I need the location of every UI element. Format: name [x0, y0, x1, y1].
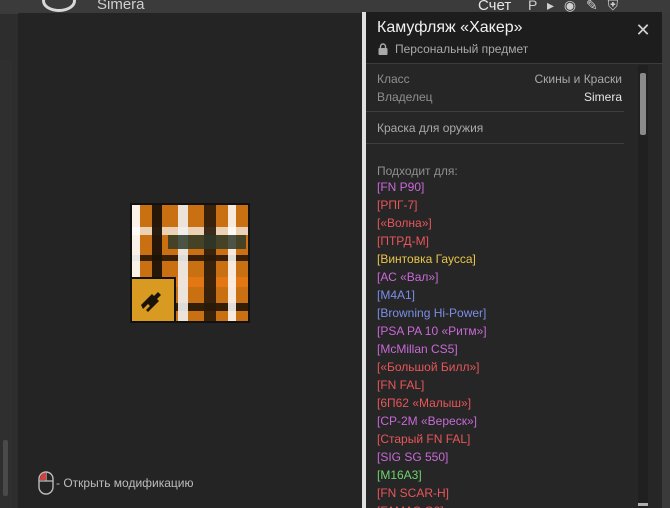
rifle-icon [132, 277, 176, 321]
personal-item-label: Персональный предмет [395, 42, 529, 56]
scrollbar-end-marker [638, 503, 648, 506]
compatible-weapons-list: [FN P90] [РПГ-7] [«Волна»] [ПТРД-М] [Винтовк… [377, 178, 487, 508]
mouse-left-click-icon [38, 471, 54, 495]
weapon-item: [Browning Hi-Power] [377, 306, 487, 320]
weapon-item: [FN SCAR-H] [377, 486, 449, 500]
item-title: Камуфляж «Хакер» [377, 19, 523, 36]
left-edge-panel [0, 60, 12, 508]
class-value: Скины и Краски [534, 72, 622, 86]
weapon-item: [FN FAL] [377, 378, 425, 392]
owner-value: Simera [583, 90, 622, 104]
skin-thumbnail[interactable] [130, 203, 250, 323]
item-preview-panel: - Открыть модификацию [18, 12, 366, 508]
weapon-item: [FN P90] [377, 180, 425, 194]
item-subtitle: Персональный предмет [377, 42, 528, 56]
weapon-item: [ПТРД-М] [377, 234, 429, 248]
weapon-item: [6П62 «Малыш»] [377, 396, 472, 410]
dialog-scrollbar-thumb[interactable] [640, 73, 646, 135]
dialog-scrollbar[interactable] [638, 65, 648, 508]
weapon-item: [PSA PA 10 «Ритм»] [377, 324, 487, 338]
weapon-item: [M16A3] [377, 468, 422, 482]
weapon-item: [SIG SG 550] [377, 450, 449, 464]
camo-stripe [168, 235, 246, 249]
weapon-item: [McMillan CS5] [377, 342, 458, 356]
weapon-item: [РПГ-7] [377, 198, 418, 212]
weapon-item: [Старый FN FAL] [377, 432, 471, 446]
dialog-header: Камуфляж «Хакер» Персональный предмет ✕ [366, 12, 662, 64]
item-details-dialog: Камуфляж «Хакер» Персональный предмет ✕ … [362, 12, 662, 508]
weapon-item: [Винтовка Гаусса] [377, 252, 476, 266]
divider [366, 111, 624, 112]
close-button[interactable]: ✕ [634, 21, 652, 40]
hint-text: - Открыть модификацию [56, 476, 194, 490]
divider [366, 143, 624, 144]
class-label: Класс [377, 72, 410, 86]
class-row: Класс Скины и Краски [377, 72, 622, 86]
dialog-body: Класс Скины и Краски Владелец Simera Кра… [366, 65, 626, 508]
weapon-item: [АС «Вал»] [377, 270, 439, 284]
owner-label: Владелец [377, 90, 433, 104]
weapon-item: [«Волна»] [377, 216, 432, 230]
lock-icon [378, 43, 388, 55]
modification-hint: - Открыть модификацию [38, 471, 194, 495]
weapon-item: [«Большой Билл»] [377, 360, 480, 374]
left-scrollbar-thumb[interactable] [3, 440, 8, 496]
weapon-item: [FAMAS G2] [377, 502, 487, 508]
fits-for-label: Подходит для: [377, 164, 458, 178]
weapon-item: [СР-2М «Вереск»] [377, 414, 477, 428]
paint-type: Краска для оружия [377, 121, 484, 135]
weapon-item: [M4A1] [377, 288, 416, 302]
logo-icon [42, 0, 76, 12]
owner-row: Владелец Simera [377, 90, 622, 104]
